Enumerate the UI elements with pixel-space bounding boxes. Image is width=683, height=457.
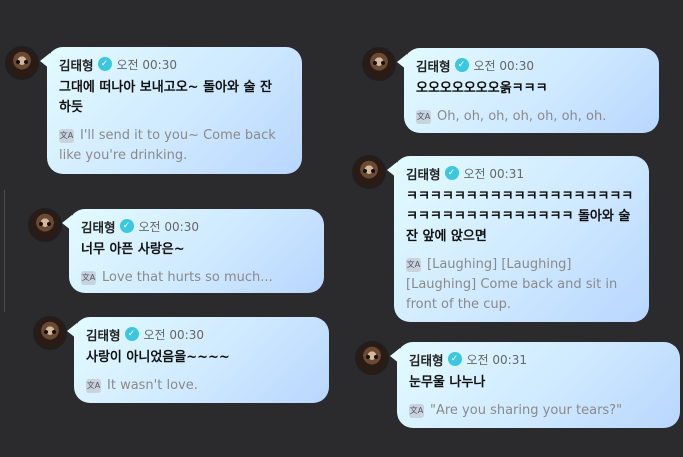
translation-text: I'll send it to you~ Come back like you'… <box>59 128 276 163</box>
translation-text: Oh, oh, oh, oh, oh, oh, oh. <box>437 109 607 124</box>
verified-check-icon: ✓ <box>124 327 139 341</box>
message-bubble: 김태형 ✓ 오전 00:30 너무 아픈 사랑은~ 文A Love that hu… <box>62 209 324 293</box>
sender-name: 김태형 <box>59 57 94 73</box>
translate-icon: 文A <box>81 271 96 285</box>
thread-divider <box>4 190 5 312</box>
timestamp: 오전 00:31 <box>466 352 527 367</box>
timestamp: 오전 00:31 <box>463 166 524 181</box>
avatar[interactable] <box>362 47 396 81</box>
avatar[interactable] <box>355 341 389 375</box>
message-bubble: 김태형 ✓ 오전 00:30 사랑이 아니었음을~~~~ 文A It wasn't… <box>67 317 329 403</box>
translation: 文A It wasn't love. <box>86 376 315 396</box>
sender-name: 김태형 <box>406 166 441 182</box>
translation: 文A I'll send it to you~ Come back like yo… <box>59 126 288 166</box>
avatar[interactable] <box>33 316 67 350</box>
message-text: 그대에 떠나아 보내고오~ 돌아와 술 잔 하듯 <box>59 80 272 115</box>
verified-check-icon: ✓ <box>447 352 462 366</box>
timestamp: 오전 00:30 <box>473 58 534 73</box>
verified-check-icon: ✓ <box>97 57 112 71</box>
translate-icon: 文A <box>409 404 424 418</box>
translation: 文A Oh, oh, oh, oh, oh, oh, oh. <box>416 107 645 127</box>
translate-icon: 文A <box>86 379 101 393</box>
translate-icon: 文A <box>416 110 431 124</box>
sender-name: 김태형 <box>86 327 121 343</box>
message-bubble: 김태형 ✓ 오전 00:31 ㅋㅋㅋㅋㅋㅋㅋㅋㅋㅋㅋㅋㅋㅋㅋㅋㅋㅋㅋㅋㅋㅋㅋㅋㅋ… <box>387 156 649 322</box>
avatar[interactable] <box>28 208 62 242</box>
timestamp: 오전 00:30 <box>138 219 199 234</box>
message-text: 오오오오오오오옭ㅋㅋㅋ <box>416 81 548 96</box>
timestamp: 오전 00:30 <box>143 327 204 342</box>
translation: 文A Love that hurts so much... <box>81 268 310 288</box>
translation-text: Love that hurts so much... <box>102 270 273 285</box>
sender-name: 김태형 <box>416 58 451 74</box>
avatar[interactable] <box>5 46 39 80</box>
translation: 文A [Laughing] [Laughing] [Laughing] Come … <box>406 255 635 315</box>
sender-name: 김태형 <box>409 352 444 368</box>
translation: 文A "Are you sharing your tears?" <box>409 401 666 421</box>
verified-check-icon: ✓ <box>454 58 469 72</box>
message-bubble: 김태형 ✓ 오전 00:30 그대에 떠나아 보내고오~ 돌아와 술 잔 하듯 … <box>40 47 302 174</box>
sender-name: 김태형 <box>81 219 116 235</box>
translate-icon: 文A <box>59 129 74 143</box>
message-text: 사랑이 아니었음을~~~~ <box>86 350 230 365</box>
verified-check-icon: ✓ <box>119 219 134 233</box>
message-bubble: 김태형 ✓ 오전 00:30 오오오오오오오옭ㅋㅋㅋ 文A Oh, oh, oh,… <box>397 48 659 133</box>
verified-check-icon: ✓ <box>444 166 459 180</box>
translate-icon: 文A <box>406 258 421 272</box>
message-text: 너무 아픈 사랑은~ <box>81 242 185 257</box>
timestamp: 오전 00:30 <box>116 57 177 72</box>
avatar[interactable] <box>352 155 386 189</box>
translation-text: It wasn't love. <box>107 378 198 393</box>
translation-text: "Are you sharing your tears?" <box>430 403 623 418</box>
message-text: ㅋㅋㅋㅋㅋㅋㅋㅋㅋㅋㅋㅋㅋㅋㅋㅋㅋㅋㅋㅋㅋㅋㅋㅋㅋㅋㅋㅋㅋㅋㅋㅋㅋ 돌아와 술잔… <box>406 189 634 244</box>
message-bubble: 김태형 ✓ 오전 00:31 눈무울 나누나 文A "Are you sharin… <box>390 342 680 428</box>
message-text: 눈무울 나누나 <box>409 375 486 390</box>
translation-text: [Laughing] [Laughing] [Laughing] Come ba… <box>406 257 618 312</box>
